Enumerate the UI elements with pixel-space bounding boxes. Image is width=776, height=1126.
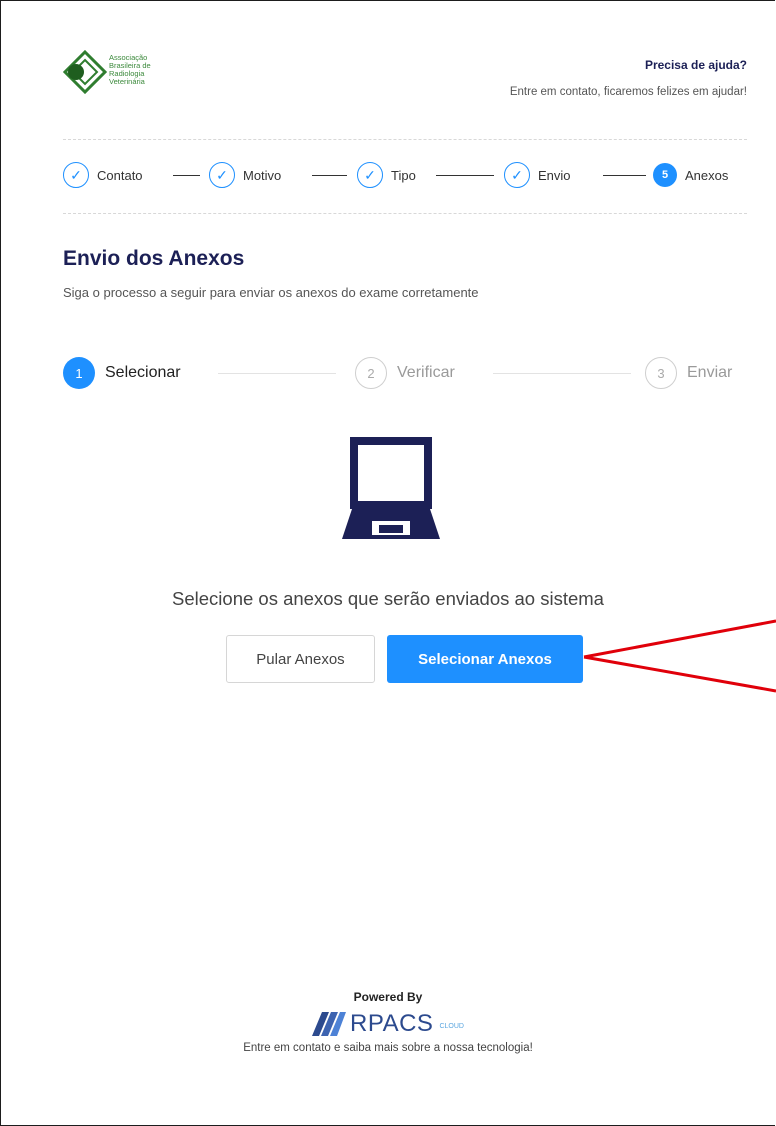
section-subtitle: Siga o processo a seguir para enviar os …: [63, 285, 479, 300]
upload-step-connector: [493, 373, 631, 374]
check-icon: ✓: [504, 162, 530, 188]
wizard-steps: ✓ Contato ✓ Motivo ✓ Tipo ✓ Envio 5 Anex…: [63, 160, 748, 190]
wizard-step-label: Motivo: [243, 167, 282, 183]
check-icon: ✓: [63, 162, 89, 188]
upload-step-label: Selecionar: [105, 364, 181, 381]
wizard-connector: [312, 175, 347, 176]
logo-line: Veterinária: [109, 77, 145, 86]
wizard-step-contato[interactable]: ✓ Contato: [63, 160, 143, 190]
laptop-icon: [340, 437, 440, 548]
wizard-connector: [436, 175, 494, 176]
step-number-badge: 2: [355, 357, 387, 389]
wizard-step-label: Envio: [538, 167, 571, 183]
wizard-step-label: Anexos: [685, 167, 729, 183]
step-number-badge: 3: [645, 357, 677, 389]
upload-step-enviar[interactable]: 3 Enviar: [645, 355, 732, 391]
step-number-badge: 1: [63, 357, 95, 389]
upload-step-verificar[interactable]: 2 Verificar: [355, 355, 455, 391]
wizard-step-anexos[interactable]: 5 Anexos: [653, 160, 728, 190]
rpacs-mark-icon: [312, 1012, 347, 1036]
rpacs-logo[interactable]: RPACS CLOUD: [0, 1010, 776, 1038]
annotation-arrow-icon: [583, 619, 776, 693]
logo-text: Associação Brasileira de Radiologia Vete…: [109, 54, 179, 86]
check-icon: ✓: [209, 162, 235, 188]
header: Associação Brasileira de Radiologia Vete…: [62, 49, 747, 110]
upload-step-label: Enviar: [687, 364, 733, 381]
wizard-step-envio[interactable]: ✓ Envio: [504, 160, 571, 190]
step-number-badge: 5: [653, 163, 677, 187]
help-subtitle: Entre em contato, ficaremos felizes em a…: [509, 86, 747, 98]
upload-steps: 1 Selecionar 2 Verificar 3 Enviar: [63, 355, 748, 391]
divider-bottom: [63, 213, 747, 214]
wizard-step-label: Tipo: [391, 167, 416, 183]
footer-contact: Entre em contato e saiba mais sobre a no…: [243, 1042, 533, 1054]
wizard-step-label: Contato: [97, 167, 143, 183]
upload-prompt: Selecione os anexos que serão enviados a…: [172, 588, 604, 609]
wizard-connector: [173, 175, 200, 176]
brand-tag: CLOUD: [439, 1023, 464, 1030]
powered-by: Powered By: [353, 990, 423, 1004]
select-attachments-button[interactable]: Selecionar Anexos: [387, 635, 583, 683]
help-block: Precisa de ajuda? Entre em contato, fica…: [510, 58, 747, 98]
wizard-step-tipo[interactable]: ✓ Tipo: [357, 160, 416, 190]
logo-diamond-icon: [62, 49, 108, 95]
upload-step-connector: [218, 373, 336, 374]
brand-name: RPACS: [350, 1010, 434, 1037]
footer: Powered By RPACS CLOUD Entre em contato …: [0, 990, 776, 1054]
abrv-logo[interactable]: Associação Brasileira de Radiologia Vete…: [62, 49, 173, 100]
help-title[interactable]: Precisa de ajuda?: [510, 58, 747, 72]
section-title: Envio dos Anexos: [63, 247, 245, 270]
check-icon: ✓: [357, 162, 383, 188]
skip-attachments-button[interactable]: Pular Anexos: [226, 635, 375, 683]
wizard-step-motivo[interactable]: ✓ Motivo: [209, 160, 281, 190]
upload-step-selecionar[interactable]: 1 Selecionar: [63, 355, 181, 391]
wizard-connector: [603, 175, 646, 176]
upload-step-label: Verificar: [397, 364, 455, 381]
divider-top: [63, 139, 747, 140]
